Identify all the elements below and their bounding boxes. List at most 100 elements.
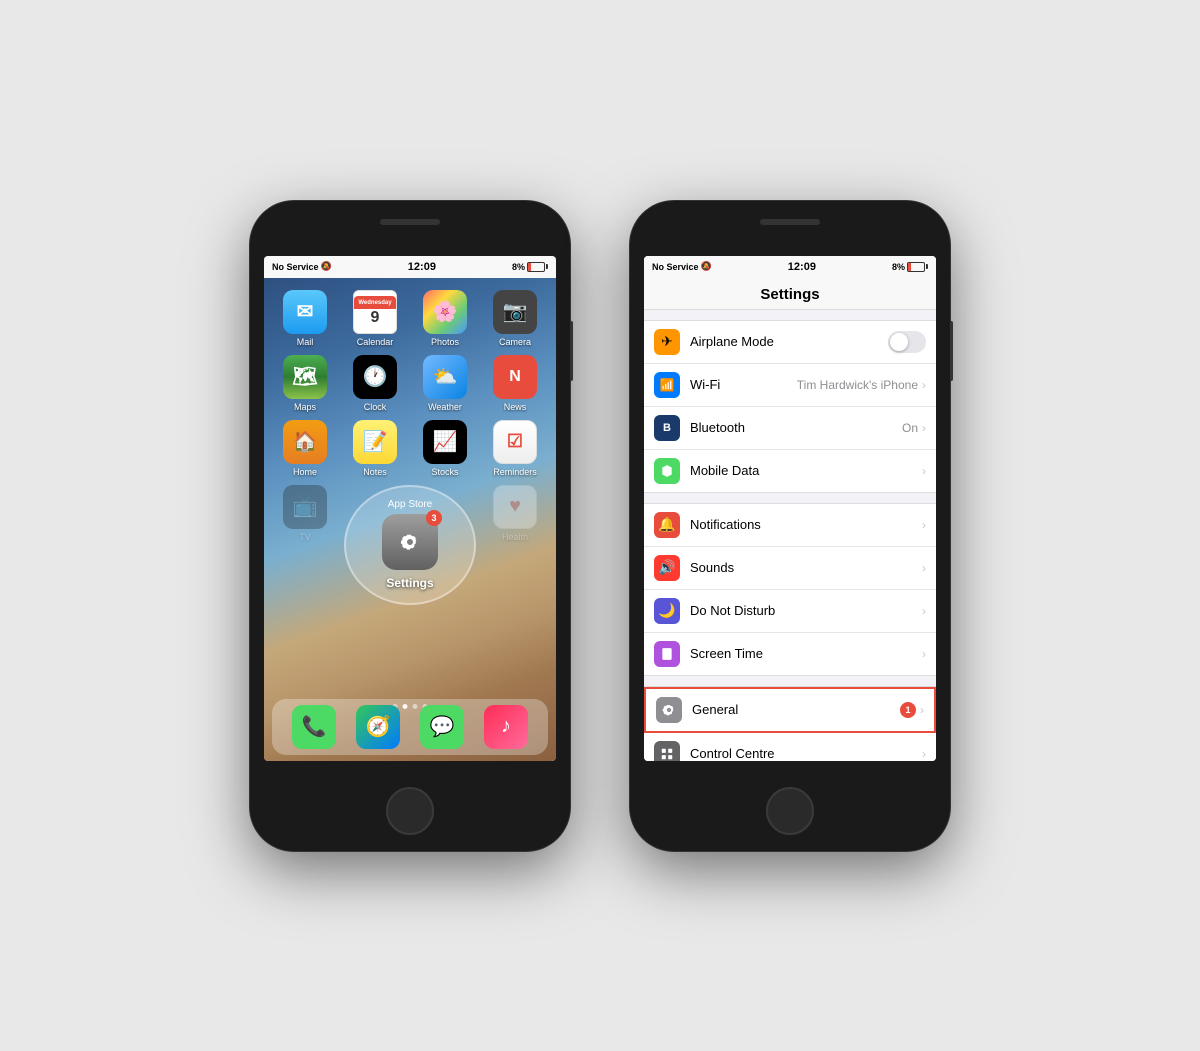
weather-icon: ⛅ (423, 355, 467, 399)
status-bar-right: No Service 🔕 12:09 8% (644, 256, 936, 278)
bluetooth-content: Bluetooth On › (690, 420, 926, 435)
mail-icon: ✉ (283, 290, 327, 334)
app-weather[interactable]: ⛅ Weather (414, 355, 476, 412)
notes-icon: 📝 (353, 420, 397, 464)
carrier-text: No Service (272, 262, 319, 272)
time-left: 12:09 (408, 261, 436, 273)
maps-icon: 🗺 (283, 355, 327, 399)
notifications-value: › (922, 518, 926, 532)
bluetooth-label: Bluetooth (690, 420, 745, 435)
airplane-content: Airplane Mode (690, 331, 926, 353)
battery-pct-right: 8% (892, 262, 905, 272)
app-stocks[interactable]: 📈 Stocks (414, 420, 476, 477)
screentime-chevron: › (922, 647, 926, 661)
app-mail[interactable]: ✉ Mail (274, 290, 336, 347)
wifi-icon: 📶 (654, 372, 680, 398)
controlcentre-chevron: › (922, 747, 926, 761)
signal-icon: 🔕 (321, 261, 332, 272)
appstore-in-spotlight: App Store (388, 499, 432, 510)
notifications-icon: 🔔 (654, 512, 680, 538)
clock-label: Clock (364, 402, 387, 412)
airplane-label: Airplane Mode (690, 334, 774, 349)
app-notes[interactable]: 📝 Notes (344, 420, 406, 477)
reminders-label: Reminders (493, 467, 537, 477)
settings-row-bluetooth[interactable]: B Bluetooth On › (644, 407, 936, 450)
controlcentre-value: › (922, 747, 926, 761)
wifi-label: Wi-Fi (690, 377, 720, 392)
clock-icon: 🕐 (353, 355, 397, 399)
bluetooth-value: On › (902, 421, 926, 435)
wifi-content: Wi-Fi Tim Hardwick's iPhone › (690, 377, 926, 392)
settings-row-wifi[interactable]: 📶 Wi-Fi Tim Hardwick's iPhone › (644, 364, 936, 407)
news-label: News (504, 402, 527, 412)
airplane-icon: ✈ (654, 329, 680, 355)
settings-row-general[interactable]: General 1 › (644, 687, 936, 733)
settings-screen: No Service 🔕 12:09 8% Settings ✈ (644, 256, 936, 761)
settings-row-notifications[interactable]: 🔔 Notifications › (644, 504, 936, 547)
stocks-icon: 📈 (423, 420, 467, 464)
donotdisturb-label: Do Not Disturb (690, 603, 775, 618)
donotdisturb-value: › (922, 604, 926, 618)
phone-right: No Service 🔕 12:09 8% Settings ✈ (630, 201, 950, 851)
dock-safari[interactable]: 🧭 (356, 705, 400, 749)
settings-row-donotdisturb[interactable]: 🌙 Do Not Disturb › (644, 590, 936, 633)
messages-icon: 💬 (420, 705, 464, 749)
settings-group-3: General 1 › Control Centre › (644, 686, 936, 761)
notifications-content: Notifications › (690, 517, 926, 532)
airplane-toggle[interactable] (888, 331, 926, 353)
donotdisturb-content: Do Not Disturb › (690, 603, 926, 618)
carrier-right: No Service 🔕 (652, 261, 712, 272)
sounds-icon: 🔊 (654, 555, 680, 581)
spotlight-circle: App Store 3 Settings (344, 485, 476, 605)
app-calendar[interactable]: Wednesday 9 Calendar (344, 290, 406, 347)
phone-left: No Service 🔕 12:09 8% ✉ Mail (250, 201, 570, 851)
camera-icon: 📷 (493, 290, 537, 334)
donotdisturb-chevron: › (922, 604, 926, 618)
settings-row-mobiledata[interactable]: Mobile Data › (644, 450, 936, 492)
time-right: 12:09 (788, 261, 816, 273)
dock-messages[interactable]: 💬 (420, 705, 464, 749)
maps-label: Maps (294, 402, 316, 412)
app-news[interactable]: N News (484, 355, 546, 412)
calendar-label: Calendar (357, 337, 394, 347)
app-camera[interactable]: 📷 Camera (484, 290, 546, 347)
mobiledata-value: › (922, 464, 926, 478)
dock-phone[interactable]: 📞 (292, 705, 336, 749)
settings-row-airplane[interactable]: ✈ Airplane Mode (644, 321, 936, 364)
app-maps[interactable]: 🗺 Maps (274, 355, 336, 412)
settings-row-screentime[interactable]: Screen Time › (644, 633, 936, 675)
camera-label: Camera (499, 337, 531, 347)
dock: 📞 🧭 💬 ♪ (272, 699, 548, 755)
mobiledata-label: Mobile Data (690, 463, 759, 478)
controlcentre-label: Control Centre (690, 746, 775, 761)
settings-badge: 3 (426, 510, 442, 526)
dock-music[interactable]: ♪ (484, 705, 528, 749)
settings-row-sounds[interactable]: 🔊 Sounds › (644, 547, 936, 590)
app-clock[interactable]: 🕐 Clock (344, 355, 406, 412)
app-reminders[interactable]: ☑ Reminders (484, 420, 546, 477)
app-health[interactable]: ♥ Health (484, 485, 546, 605)
general-label: General (692, 702, 738, 717)
settings-row-controlcentre[interactable]: Control Centre › (644, 733, 936, 761)
health-label: Health (502, 532, 528, 542)
notes-label: Notes (363, 467, 387, 477)
screentime-content: Screen Time › (690, 646, 926, 661)
carrier-left: No Service 🔕 (272, 261, 332, 272)
general-icon (656, 697, 682, 723)
carrier-text-right: No Service (652, 262, 699, 272)
battery-pct-left: 8% (512, 262, 525, 272)
screentime-label: Screen Time (690, 646, 763, 661)
spotlight-label: Settings (386, 576, 433, 590)
battery-icon-right (907, 262, 928, 272)
app-home[interactable]: 🏠 Home (274, 420, 336, 477)
app-tv[interactable]: 📺 TV (274, 485, 336, 605)
sounds-value: › (922, 561, 926, 575)
general-value: 1 › (900, 702, 924, 718)
wifi-value: Tim Hardwick's iPhone › (797, 378, 926, 392)
wifi-chevron: › (922, 378, 926, 392)
app-photos[interactable]: 🌸 Photos (414, 290, 476, 347)
battery-icon-left (527, 262, 548, 272)
app-grid: ✉ Mail Wednesday 9 Calendar 🌸 Photos 📷 (264, 282, 556, 485)
home-button-left[interactable] (386, 787, 434, 835)
home-button-right[interactable] (766, 787, 814, 835)
